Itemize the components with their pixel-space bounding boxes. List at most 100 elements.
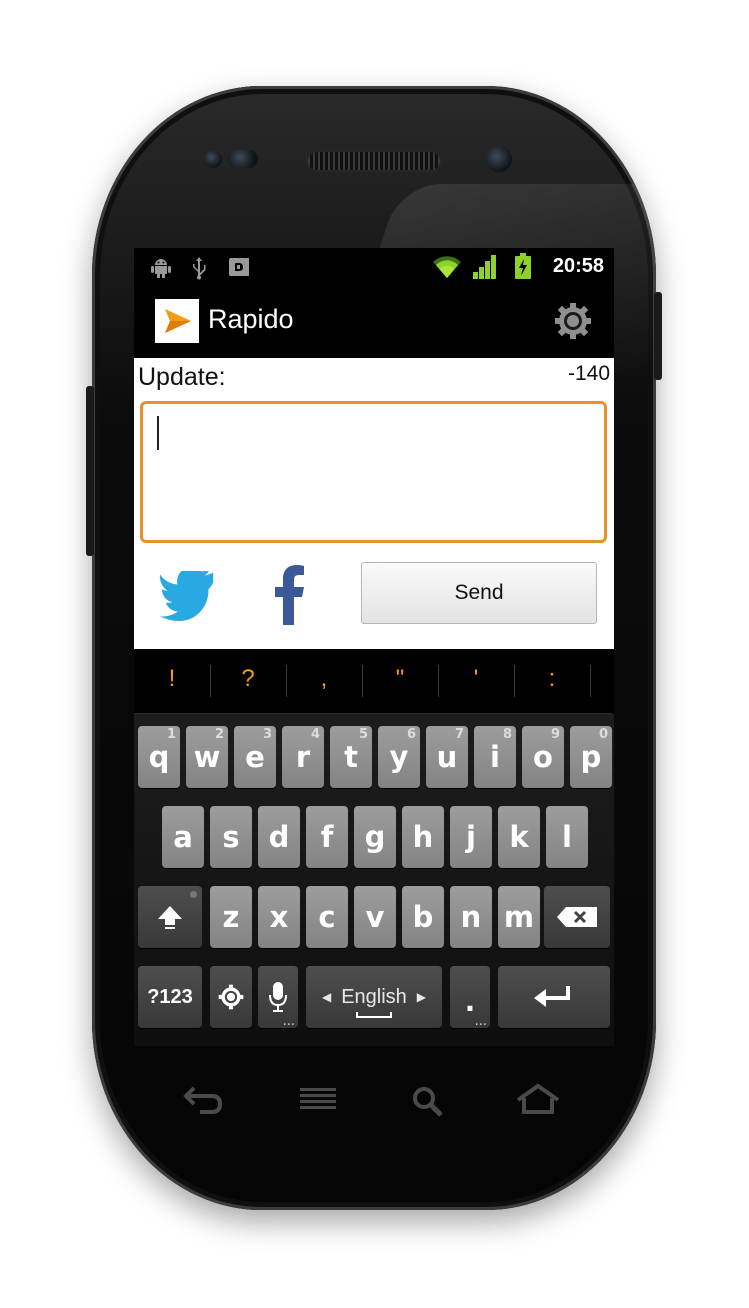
- key-f[interactable]: f: [306, 806, 348, 868]
- key-k[interactable]: k: [498, 806, 540, 868]
- search-button[interactable]: [406, 1080, 454, 1120]
- key-o[interactable]: 9o: [522, 726, 564, 788]
- soft-keyboard: 1q 2w 3e 4r 5t 6y 7u 8i 9o 0p a s d f g …: [134, 714, 614, 1046]
- key-label: f: [320, 820, 334, 854]
- key-g[interactable]: g: [354, 806, 396, 868]
- key-hint: 4: [310, 727, 320, 742]
- suggestion-item[interactable]: ,: [286, 665, 362, 693]
- key-label: m: [503, 900, 535, 934]
- key-b[interactable]: b: [402, 886, 444, 948]
- light-sensor: [228, 150, 258, 168]
- key-label: h: [412, 820, 434, 854]
- period-label: .: [464, 984, 476, 1018]
- key-x[interactable]: x: [258, 886, 300, 948]
- key-d[interactable]: d: [258, 806, 300, 868]
- key-e[interactable]: 3e: [234, 726, 276, 788]
- key-hint: 1: [166, 727, 176, 742]
- enter-key[interactable]: [498, 966, 610, 1028]
- suggestion-item[interactable]: !: [134, 665, 210, 693]
- key-m[interactable]: m: [498, 886, 540, 948]
- menu-button[interactable]: [296, 1080, 344, 1120]
- microphone-icon: [269, 982, 287, 1012]
- spacebar[interactable]: ◀ English ▶: [306, 966, 442, 1028]
- key-u[interactable]: 7u: [426, 726, 468, 788]
- home-button[interactable]: [514, 1080, 562, 1120]
- key-h[interactable]: h: [402, 806, 444, 868]
- key-t[interactable]: 5t: [330, 726, 372, 788]
- key-label: p: [580, 740, 602, 774]
- divider: [590, 665, 591, 697]
- battery-charging-icon: [515, 253, 531, 279]
- sd-card-icon: [229, 258, 249, 276]
- symbols-key[interactable]: ?123: [138, 966, 202, 1028]
- key-v[interactable]: v: [354, 886, 396, 948]
- back-button[interactable]: [180, 1080, 228, 1120]
- volume-button[interactable]: [86, 386, 94, 556]
- key-label: s: [222, 820, 240, 854]
- shift-key[interactable]: [138, 886, 202, 948]
- suggestion-item[interactable]: ': [438, 665, 514, 693]
- screen: 20:58 Rapido Update: -140 Send ! ? , " '…: [134, 248, 614, 1046]
- period-key[interactable]: . ...: [450, 966, 490, 1029]
- key-hint: 6: [406, 727, 416, 742]
- settings-button[interactable]: [554, 302, 592, 340]
- app-logo: [155, 299, 199, 343]
- android-debug-icon: [151, 259, 171, 278]
- spacebar-content: ◀ English ▶: [322, 986, 426, 1009]
- key-hint: 7: [454, 727, 464, 742]
- microphone-key[interactable]: ...: [258, 966, 298, 1029]
- earpiece-speaker: [308, 152, 440, 170]
- facebook-toggle[interactable]: [270, 563, 310, 625]
- key-n[interactable]: n: [450, 886, 492, 948]
- key-a[interactable]: a: [162, 806, 204, 868]
- key-j[interactable]: j: [450, 806, 492, 868]
- power-button[interactable]: [654, 292, 662, 380]
- key-label: k: [509, 820, 529, 854]
- key-i[interactable]: 8i: [474, 726, 516, 788]
- gear-icon: [555, 303, 591, 339]
- hardware-nav-bar: [0, 1080, 749, 1130]
- key-label: r: [295, 740, 311, 774]
- key-label: q: [148, 740, 170, 774]
- app-title: Rapido: [208, 304, 294, 334]
- backspace-key[interactable]: [544, 886, 610, 948]
- update-text-input[interactable]: [140, 401, 607, 543]
- twitter-toggle[interactable]: [158, 566, 218, 623]
- key-label: e: [245, 740, 265, 774]
- key-s[interactable]: s: [210, 806, 252, 868]
- suggestion-item[interactable]: :: [514, 665, 590, 693]
- key-label: a: [173, 820, 193, 854]
- key-q[interactable]: 1q: [138, 726, 180, 788]
- symbols-label: ?123: [147, 985, 193, 1008]
- key-hint: 0: [598, 727, 608, 742]
- key-label: z: [222, 900, 240, 934]
- key-label: n: [460, 900, 482, 934]
- composer-panel: Update: -140 Send: [134, 358, 614, 649]
- key-label: w: [193, 740, 221, 774]
- more-dots: ...: [474, 1014, 487, 1029]
- keyboard-settings-key[interactable]: [210, 966, 252, 1028]
- status-bar: 20:58: [134, 248, 614, 286]
- key-label: u: [436, 740, 458, 774]
- key-l[interactable]: l: [546, 806, 588, 868]
- key-r[interactable]: 4r: [282, 726, 324, 788]
- next-language-icon: ▶: [416, 990, 427, 1004]
- prev-language-icon: ◀: [321, 990, 332, 1004]
- send-button[interactable]: Send: [361, 562, 597, 624]
- key-c[interactable]: c: [306, 886, 348, 948]
- suggestion-item[interactable]: ": [362, 665, 438, 693]
- key-y[interactable]: 6y: [378, 726, 420, 788]
- update-label: Update:: [138, 363, 226, 391]
- key-hint: 8: [502, 727, 512, 742]
- char-counter: -140: [567, 362, 610, 385]
- key-p[interactable]: 0p: [570, 726, 612, 788]
- usb-icon: [193, 257, 206, 280]
- key-label: o: [533, 740, 553, 774]
- key-w[interactable]: 2w: [186, 726, 228, 788]
- suggestion-item[interactable]: ?: [210, 665, 286, 693]
- enter-arrow-icon: [534, 986, 570, 1007]
- proximity-sensor: [204, 150, 222, 168]
- key-label: y: [389, 740, 409, 774]
- key-z[interactable]: z: [210, 886, 252, 948]
- key-label: l: [562, 820, 572, 854]
